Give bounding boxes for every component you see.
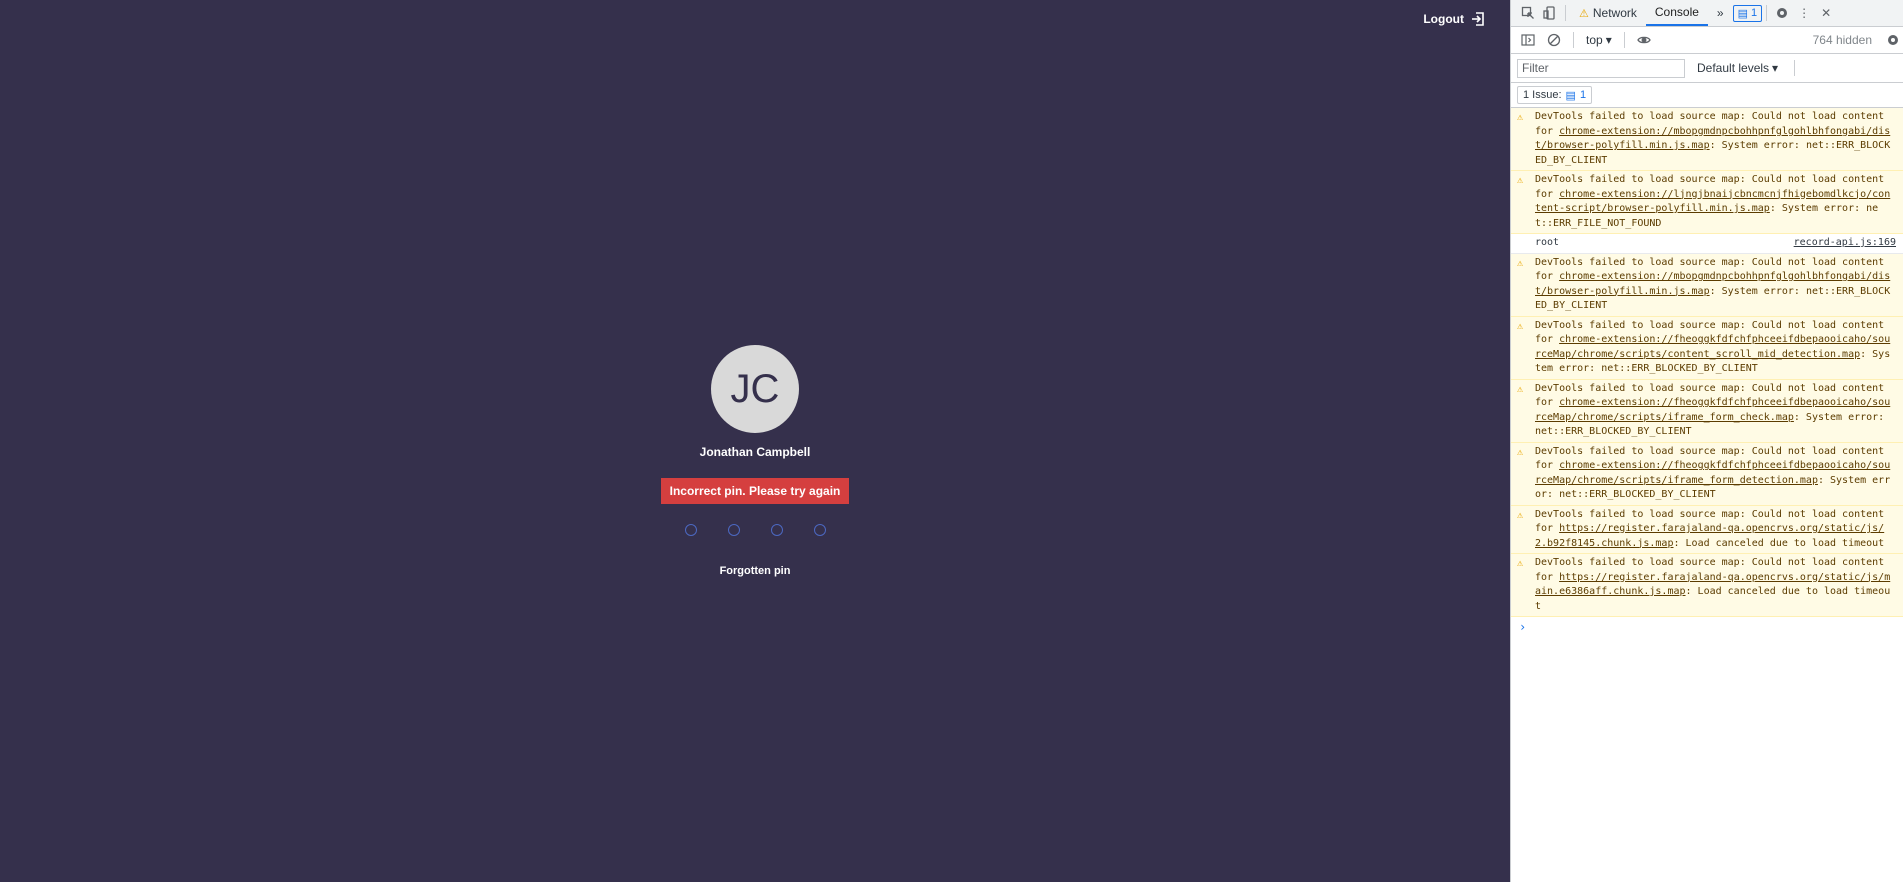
error-message: Incorrect pin. Please try again (669, 484, 841, 498)
warning-icon: ⚠ (1517, 558, 1524, 569)
avatar: JC (711, 345, 799, 433)
warning-icon: ⚠ (1517, 175, 1524, 186)
error-banner: Incorrect pin. Please try again (661, 478, 849, 504)
devtools-panel: ⚠ Network Console » ▤ 1 ⋮ ✕ top ▾ 764 hi… (1510, 0, 1903, 882)
warning-icon: ⚠ (1517, 257, 1524, 269)
source-map-link[interactable]: chrome-extension://fheoggkfdfchfphceeifd… (1535, 334, 1890, 360)
forgotten-pin-link[interactable]: Forgotten pin (720, 565, 791, 577)
warning-icon: ⚠ (1517, 383, 1524, 395)
console-message: ⚠ DevTools failed to load source map: Cou… (1511, 253, 1903, 317)
context-value: top (1586, 33, 1603, 47)
console-message: ⚠ DevTools failed to load source map: Cou… (1511, 442, 1903, 506)
console-message: ⚠ DevTools failed to load source map: Cou… (1511, 171, 1903, 234)
message-source-link[interactable]: record-api.js:169 (1794, 236, 1896, 251)
divider (1794, 60, 1796, 76)
divider (1623, 32, 1625, 48)
warning-icon: ⚠ (1579, 7, 1589, 20)
caret-down-icon: ▾ (1605, 33, 1612, 47)
messages-count: 1 (1751, 7, 1758, 19)
context-selector[interactable]: top ▾ (1582, 33, 1616, 47)
divider (1573, 32, 1574, 48)
tab-console[interactable]: Console (1645, 0, 1708, 26)
console-log: ⚠ DevTools failed to load source map: Cou… (1511, 108, 1903, 617)
clear-console-icon[interactable] (1543, 33, 1565, 47)
logout-button[interactable]: Logout (1423, 11, 1486, 27)
console-message: ⚠ DevTools failed to load source map: Cou… (1511, 505, 1903, 554)
tab-console-label: Console (1654, 5, 1699, 19)
pin-dots[interactable] (684, 524, 826, 536)
filter-bar: Default levels ▾ (1511, 54, 1903, 83)
message-text: root (1535, 237, 1560, 248)
devtools-tabbar: ⚠ Network Console » ▤ 1 ⋮ ✕ (1511, 0, 1903, 27)
console-message: ⚠ DevTools failed to load source map: Cou… (1511, 379, 1903, 443)
tab-network[interactable]: ⚠ Network (1570, 0, 1646, 26)
issues-count: 1 (1579, 89, 1587, 101)
console-message: record-api.js:169 root (1511, 234, 1903, 254)
device-toolbar-icon[interactable] (1539, 6, 1561, 20)
logout-label: Logout (1423, 12, 1464, 26)
avatar-initials: JC (730, 366, 780, 411)
log-levels-value: Default levels (1697, 61, 1770, 75)
issues-button[interactable]: 1 Issue: ▤ 1 (1517, 86, 1593, 104)
hidden-count: 764 hidden (1812, 33, 1872, 47)
issues-label: 1 Issue: (1523, 89, 1562, 101)
console-message: ⚠ DevTools failed to load source map: Cou… (1511, 554, 1903, 617)
console-prompt[interactable]: › (1511, 617, 1903, 637)
gear-icon[interactable] (1771, 6, 1793, 20)
pin-dot (727, 524, 740, 536)
kebab-menu-icon[interactable]: ⋮ (1793, 6, 1815, 20)
sidebar-toggle-icon[interactable] (1517, 33, 1539, 47)
divider (1766, 5, 1768, 21)
logout-icon (1472, 12, 1484, 26)
close-icon[interactable]: ✕ (1815, 6, 1837, 20)
pin-dot (684, 524, 697, 536)
warning-icon: ⚠ (1517, 509, 1524, 521)
warning-icon: ⚠ (1517, 112, 1524, 123)
login-pin-screen: Logout JC Jonathan Campbell Incorrect pi… (0, 0, 1510, 882)
user-name: Jonathan Campbell (699, 445, 811, 459)
console-toolbar: top ▾ 764 hidden (1511, 27, 1903, 54)
pin-dot (813, 524, 826, 536)
divider (1565, 5, 1566, 21)
issues-bar: 1 Issue: ▤ 1 (1511, 83, 1903, 108)
live-expression-eye-icon[interactable] (1633, 33, 1655, 47)
pin-dot (770, 524, 783, 536)
pin-panel: JC Jonathan Campbell Incorrect pin. Plea… (0, 345, 1510, 577)
messages-badge[interactable]: ▤ 1 (1732, 4, 1763, 22)
console-message: ⚠ DevTools failed to load source map: Cou… (1511, 316, 1903, 380)
tab-network-label: Network (1592, 6, 1637, 20)
message-icon: ▤ (1737, 7, 1749, 20)
console-settings-gear-icon[interactable] (1882, 33, 1903, 47)
caret-down-icon: ▾ (1772, 61, 1779, 75)
inspect-element-icon[interactable] (1517, 6, 1539, 20)
log-levels-selector[interactable]: Default levels ▾ (1693, 61, 1782, 75)
warning-icon: ⚠ (1517, 446, 1524, 458)
message-text: : Load canceled due to load timeout (1673, 537, 1885, 549)
console-message: ⚠ DevTools failed to load source map: Cou… (1511, 108, 1903, 171)
filter-input[interactable] (1517, 58, 1685, 78)
more-tabs-button[interactable]: » (1708, 0, 1733, 26)
warning-icon: ⚠ (1517, 320, 1524, 332)
message-icon: ▤ (1565, 89, 1576, 102)
